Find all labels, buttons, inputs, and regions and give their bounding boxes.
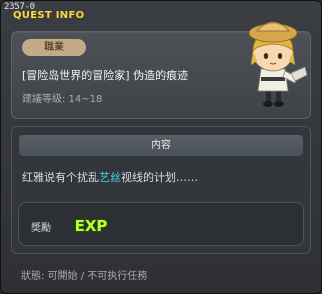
description-highlight: 艺丝 xyxy=(99,171,121,184)
job-badge: 職業 xyxy=(22,39,86,56)
reward-label: 奬勵 xyxy=(31,223,51,234)
quest-info-window: 2357-0 QUEST INFO 職業 [冒险岛世界的冒险家] 伪造的痕迹 建… xyxy=(0,0,322,294)
content-header: 内容 xyxy=(19,135,303,156)
recommended-level: 建議等级: 14~18 xyxy=(22,94,103,105)
description-text: 红雅说有个扰乱 xyxy=(22,171,99,184)
quest-name: [冒险岛世界的冒险家] 伪造的痕迹 xyxy=(22,69,189,82)
exp-icon: EXP xyxy=(74,216,108,235)
description-text-end: 视线的计划…… xyxy=(121,171,198,184)
exp-icon-text: EXP xyxy=(75,217,108,235)
window-title: QUEST INFO xyxy=(13,10,85,21)
quest-status: 狀態: 可開始 / 不可执行任務 xyxy=(21,271,148,282)
content-panel: 内容 红雅说有个扰乱艺丝视线的计划…… 奬勵 EXP xyxy=(11,126,311,254)
quest-description: 红雅说有个扰乱艺丝视线的计划…… xyxy=(22,169,198,185)
reward-box: 奬勵 EXP xyxy=(18,202,304,246)
npc-portrait xyxy=(248,21,308,107)
